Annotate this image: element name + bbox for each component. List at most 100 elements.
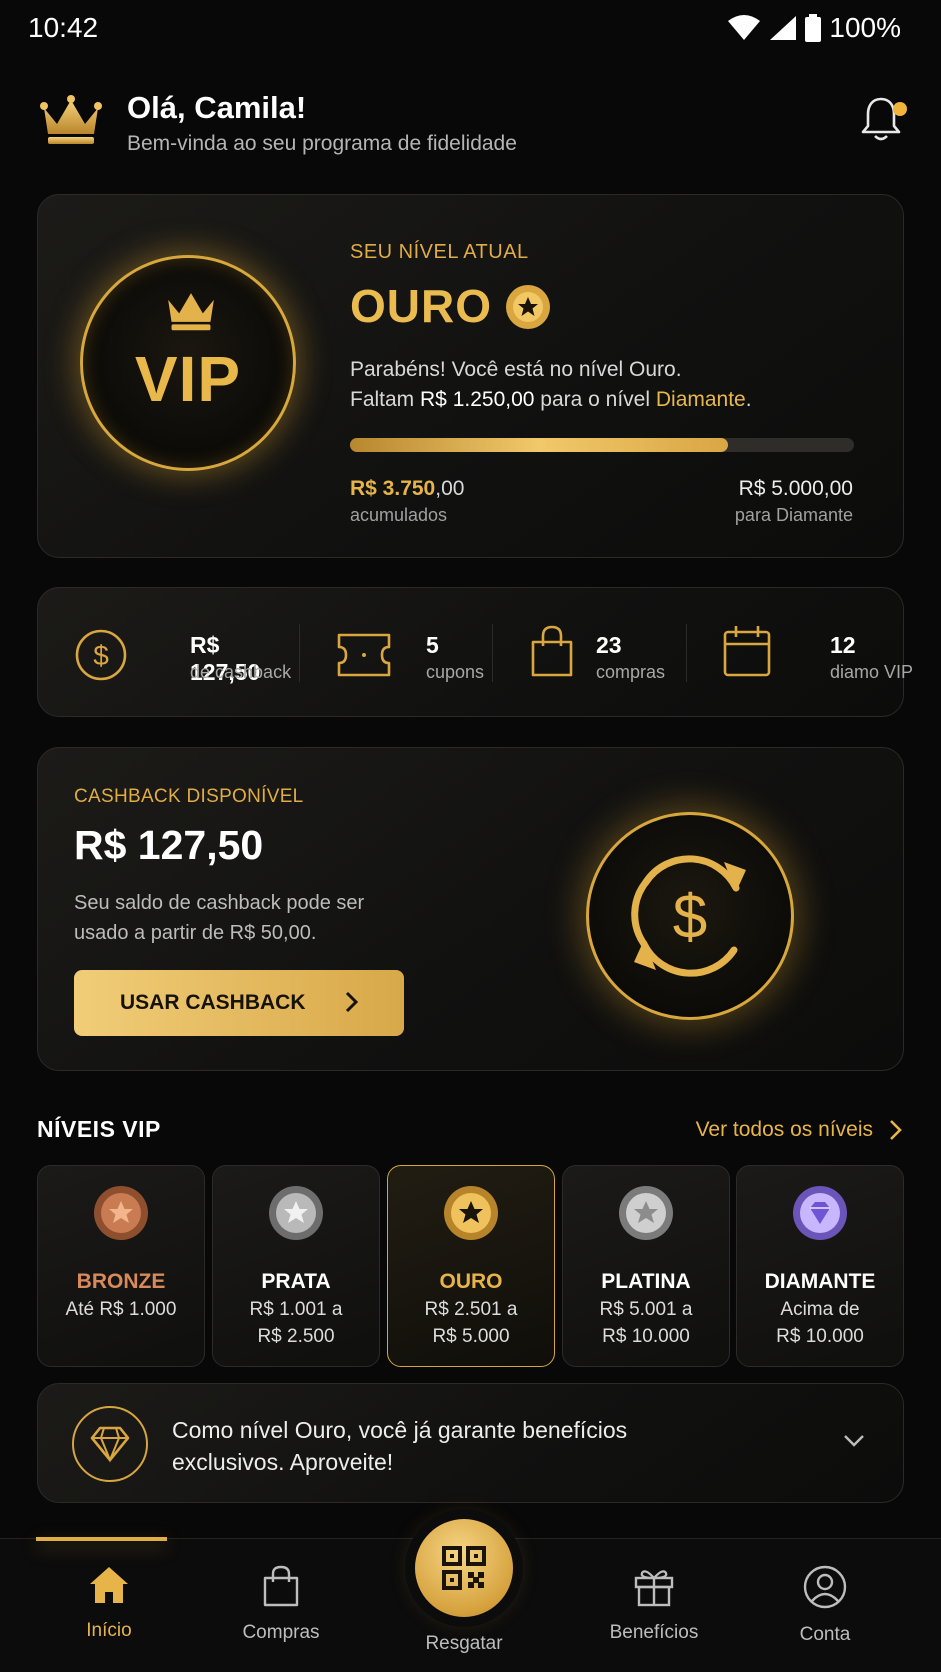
divider	[299, 624, 300, 682]
stat-value: 5	[426, 632, 439, 658]
stat-label: cupons	[426, 662, 485, 682]
tier-name: PLATINA	[601, 1270, 691, 1293]
svg-text:$: $	[93, 640, 109, 671]
ticket-icon	[337, 633, 391, 677]
next-level-name: Diamante	[655, 388, 746, 411]
use-cashback-button[interactable]: USAR CASHBACK	[74, 970, 404, 1036]
home-icon	[90, 1567, 128, 1603]
divider	[686, 624, 687, 682]
notification-dot	[893, 102, 907, 116]
tier-name: PRATA	[261, 1270, 331, 1293]
nav-inicio[interactable]: Início	[39, 1565, 179, 1642]
stat-label: diamo VIP	[830, 662, 914, 682]
missing-amount: R$ 1.250,00	[420, 388, 535, 411]
tier-range: R$ 1.001 a R$ 2.500	[249, 1299, 343, 1347]
cashback-refresh-icon: $	[631, 855, 746, 977]
nav-beneficios[interactable]: Benefícios	[584, 1565, 724, 1644]
platinum-medal-icon	[619, 1186, 673, 1240]
wifi-icon	[728, 15, 761, 40]
current-level-card: VIP SEU NÍVEL ATUAL OURO Parabéns! Você …	[37, 194, 904, 558]
bottom-navigation: Início Compras Resgatar Benefícios Conta	[0, 1519, 941, 1672]
view-all-levels-link[interactable]: Ver todos os níveis	[696, 1118, 903, 1142]
stat-label: compras	[596, 662, 666, 682]
nav-resgatar-button[interactable]	[415, 1519, 513, 1617]
tier-range: Acima de R$ 10.000	[776, 1299, 864, 1347]
nav-resgatar-label: Resgatar	[425, 1633, 503, 1654]
vip-badge-text: VIP	[134, 343, 242, 415]
tier-ouro[interactable]: OURO R$ 2.501 a R$ 5.000	[387, 1165, 555, 1367]
greeting: Olá, Camila!	[127, 90, 307, 125]
benefit-text: Como nível Ouro, você já garante benefíc…	[172, 1417, 628, 1475]
chevron-right-icon	[890, 1120, 902, 1140]
cashback-coin-illustration: $	[586, 812, 794, 1020]
crown-icon	[168, 293, 214, 331]
use-cashback-label: USAR CASHBACK	[120, 991, 306, 1014]
battery-percent: 100%	[829, 12, 901, 43]
shopping-bag-icon	[531, 625, 573, 677]
notifications-button[interactable]	[861, 96, 907, 144]
level-message: Parabéns! Você está no nível Ouro. Falta…	[350, 355, 752, 415]
stat-label: de cashback	[190, 662, 292, 682]
tier-platina[interactable]: PLATINA R$ 5.001 a R$ 10.000	[562, 1165, 730, 1367]
level-message-line1: Parabéns! Você está no nível Ouro.	[350, 358, 682, 381]
nav-label: Conta	[799, 1624, 851, 1645]
divider	[492, 624, 493, 682]
battery-icon	[805, 14, 822, 42]
level-name: OURO	[350, 280, 492, 332]
level-progress-bar	[350, 438, 854, 452]
stats-card: $ R$ 127,50 de cashback 5 cupons 23 comp…	[37, 587, 913, 717]
stat-value: 23	[596, 632, 622, 658]
diamond-medal-icon	[793, 1186, 847, 1240]
status-indicators: 100%	[727, 12, 901, 44]
shopping-bag-icon	[263, 1565, 299, 1607]
status-bar: 10:42 100%	[0, 0, 941, 56]
cashback-description: Seu saldo de cashback pode ser usado a p…	[74, 892, 365, 944]
greeting-subtitle: Bem-vinda ao seu programa de fidelidade	[127, 132, 517, 155]
benefit-icon-circle	[72, 1406, 148, 1482]
active-tab-indicator	[36, 1537, 167, 1541]
benefit-banner[interactable]: Como nível Ouro, você já garante benefíc…	[37, 1383, 904, 1503]
dollar-coin-icon: $	[75, 629, 127, 681]
nav-label: Benefícios	[609, 1622, 699, 1643]
tier-range: Até R$ 1.000	[65, 1299, 177, 1320]
chevron-down-icon[interactable]	[843, 1434, 865, 1448]
signal-icon	[770, 16, 797, 40]
tier-name: DIAMANTE	[764, 1270, 876, 1293]
nav-label: Compras	[242, 1622, 320, 1643]
nav-conta[interactable]: Conta	[755, 1565, 895, 1646]
qr-code-icon	[442, 1546, 486, 1590]
crown-icon	[40, 95, 102, 144]
gift-icon	[634, 1570, 674, 1607]
nav-compras[interactable]: Compras	[211, 1565, 351, 1644]
gold-star-badge-icon	[506, 285, 550, 329]
nav-label: Início	[86, 1620, 132, 1641]
calendar-icon	[723, 626, 771, 677]
vip-badge: VIP	[80, 255, 296, 471]
cashback-amount: R$ 127,50	[74, 822, 264, 868]
level-progress-fill	[350, 438, 728, 452]
tier-diamante[interactable]: DIAMANTE Acima de R$ 10.000	[736, 1165, 904, 1367]
goal-label: para Diamante	[734, 505, 853, 525]
view-all-levels-label: Ver todos os níveis	[695, 1118, 873, 1141]
tier-name: BRONZE	[76, 1270, 166, 1293]
silver-medal-icon	[269, 1186, 323, 1240]
tier-range: R$ 5.001 a R$ 10.000	[599, 1299, 693, 1347]
chevron-right-icon	[345, 991, 359, 1013]
diamond-icon	[90, 1426, 130, 1463]
status-time: 10:42	[28, 12, 99, 43]
user-icon	[803, 1565, 847, 1609]
goal-value: R$ 5.000,00	[738, 477, 853, 500]
level-message-line2: Faltam R$ 1.250,00 para o nível Diamante…	[350, 388, 752, 411]
header: Olá, Camila! Bem-vinda ao seu programa d…	[40, 88, 907, 168]
vip-levels-title: NÍVEIS VIP	[37, 1116, 161, 1142]
bronze-medal-icon	[94, 1186, 148, 1240]
tier-range: R$ 2.501 a R$ 5.000	[424, 1299, 518, 1347]
accumulated-value: R$ 3.750,00	[350, 477, 465, 500]
gold-medal-icon	[444, 1186, 498, 1240]
cashback-card: CASHBACK DISPONÍVEL R$ 127,50 Seu saldo …	[37, 747, 904, 1071]
level-label: SEU NÍVEL ATUAL	[350, 241, 529, 263]
tier-prata[interactable]: PRATA R$ 1.001 a R$ 2.500	[212, 1165, 380, 1367]
cashback-label: CASHBACK DISPONÍVEL	[74, 786, 304, 807]
tier-name: OURO	[439, 1270, 503, 1293]
tier-bronze[interactable]: BRONZE Até R$ 1.000	[37, 1165, 205, 1367]
